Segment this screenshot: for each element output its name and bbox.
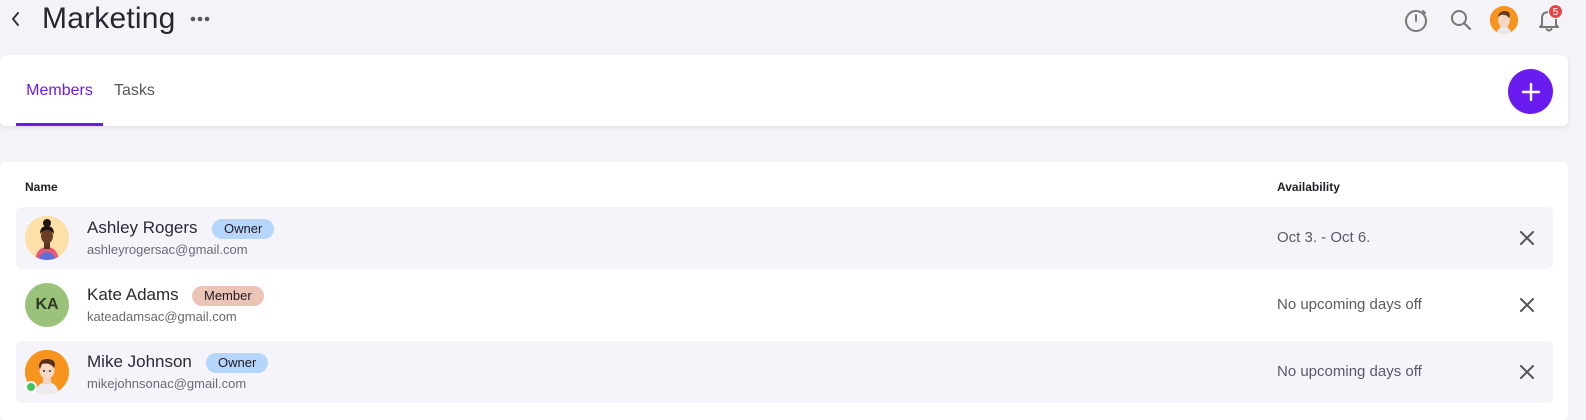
user-avatar-icon xyxy=(1490,6,1518,34)
avatar-container xyxy=(25,350,69,394)
notification-count-badge: 5 xyxy=(1548,4,1563,19)
avatar: KA xyxy=(25,283,69,327)
remove-member-button[interactable] xyxy=(1516,294,1538,316)
chevron-left-icon xyxy=(12,12,19,26)
remove-member-button[interactable] xyxy=(1516,227,1538,249)
members-table: Name Availability Ashley Rogers Owner as… xyxy=(0,162,1568,420)
more-horizontal-icon xyxy=(190,16,210,22)
search-icon xyxy=(1451,10,1472,31)
table-row: KA Kate Adams Member kateadamsac@gmail.c… xyxy=(16,274,1553,336)
member-name: Mike Johnson xyxy=(87,352,192,371)
role-badge: Owner xyxy=(212,219,275,239)
tab-tasks[interactable]: Tasks xyxy=(114,55,155,126)
availability-text: No upcoming days off xyxy=(1277,296,1422,313)
tabs-card: Members Tasks xyxy=(0,55,1568,126)
back-button[interactable] xyxy=(6,6,26,32)
availability-text: Oct 3. - Oct 6. xyxy=(1277,229,1371,246)
more-options-button[interactable] xyxy=(188,10,212,28)
woman-avatar-icon xyxy=(25,216,69,260)
plus-icon xyxy=(1521,82,1540,101)
online-status-indicator xyxy=(25,381,37,393)
avatar xyxy=(25,216,69,260)
role-badge: Member xyxy=(192,286,264,306)
search-button[interactable] xyxy=(1448,7,1474,33)
close-icon xyxy=(1520,365,1534,379)
top-bar: Marketing 5 xyxy=(0,0,1586,40)
table-row: Ashley Rogers Owner ashleyrogersac@gmail… xyxy=(16,207,1553,269)
member-email: ashleyrogersac@gmail.com xyxy=(87,242,248,257)
add-member-button[interactable] xyxy=(1508,69,1553,114)
timer-button[interactable] xyxy=(1402,6,1430,34)
member-name: Kate Adams xyxy=(87,285,179,304)
availability-text: No upcoming days off xyxy=(1277,363,1422,380)
column-header-availability: Availability xyxy=(1277,180,1340,194)
close-icon xyxy=(1520,298,1534,312)
page-title: Marketing xyxy=(42,2,176,35)
column-header-name: Name xyxy=(25,180,58,194)
close-icon xyxy=(1520,231,1534,245)
avatar-initials: KA xyxy=(35,296,59,313)
user-avatar-button[interactable] xyxy=(1490,6,1518,34)
tab-members[interactable]: Members xyxy=(16,55,103,126)
timer-icon xyxy=(1405,10,1427,32)
table-row: Mike Johnson Owner mikejohnsonac@gmail.c… xyxy=(16,341,1553,403)
member-email: kateadamsac@gmail.com xyxy=(87,309,237,324)
remove-member-button[interactable] xyxy=(1516,361,1538,383)
role-badge: Owner xyxy=(206,353,269,373)
member-name: Ashley Rogers xyxy=(87,218,198,237)
member-email: mikejohnsonac@gmail.com xyxy=(87,376,247,391)
